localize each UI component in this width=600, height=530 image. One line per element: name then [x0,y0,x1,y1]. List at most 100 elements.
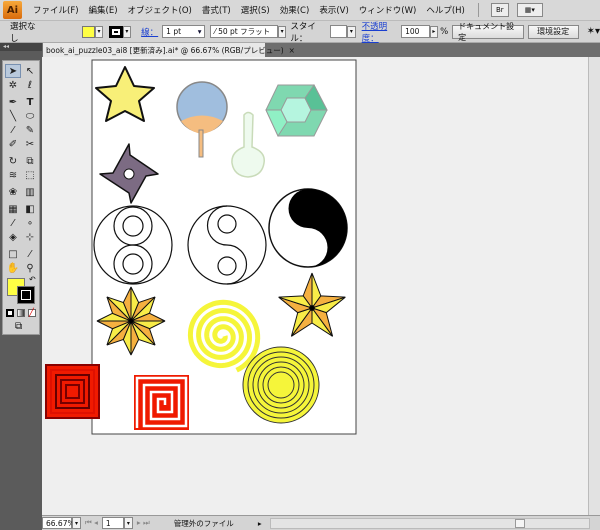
brush-field[interactable]: ⁄ 50 pt フラット [210,25,278,38]
eight-point-star [96,286,166,356]
menu-separator [477,3,479,17]
opacity-value: 100 [405,27,420,36]
canvas-area[interactable] [42,57,588,515]
zoom-field[interactable]: 66.67% [42,517,75,529]
document-setup-button[interactable]: ドキュメント設定 [452,22,524,42]
stroke-swatch[interactable] [109,25,123,38]
menu-view[interactable]: 表示(V) [314,4,353,16]
rotate-tool-icon[interactable]: ↻ [5,154,21,168]
paintbrush-tool-icon[interactable]: ⁄ [5,123,21,137]
color-mode-icon[interactable] [6,309,14,317]
live-paint-selection-icon[interactable]: ⊹ [22,230,38,244]
star-center [128,318,134,324]
document-tab-title: book_ai_puzzle03_ai8 [更新済み].ai* @ 66.67%… [46,45,284,55]
close-icon[interactable]: × [289,46,295,55]
menu-file[interactable]: ファイル(F) [28,4,84,16]
scroll-thumb[interactable] [514,518,525,528]
menu-type[interactable]: 書式(T) [197,4,236,16]
slice-tool-icon[interactable]: ⁄ [22,247,38,261]
stroke-link[interactable]: 線： [141,26,158,38]
menu-object[interactable]: オブジェクト(O) [123,4,197,16]
page-field[interactable]: 1 [101,517,124,529]
opacity-link[interactable]: 不透明度： [362,20,401,44]
menu-help[interactable]: ヘルプ(H) [421,4,470,16]
stroke-weight-field[interactable]: 1 pt ▾ [162,25,206,38]
swap-colors-icon[interactable]: ↶ [29,275,36,284]
arrange-documents-button[interactable]: ▦▾ [516,3,543,17]
selection-status: 選択なし [10,21,36,44]
zoom-value: 66.67% [46,518,75,528]
menu-select[interactable]: 選択(S) [236,4,275,16]
bridge-button[interactable]: Br [490,3,509,17]
scissors-tool-icon[interactable]: ✂ [22,137,38,151]
symbol-sprayer-tool-icon[interactable]: ❀ [5,185,21,199]
menu-window[interactable]: ウィンドウ(W) [354,4,422,16]
pen-tool-icon[interactable]: ✒ [5,95,21,109]
app-logo: Ai [3,1,22,19]
lasso-tool-icon[interactable]: ℓ [22,78,38,92]
eraser-tool-icon[interactable]: ✐ [5,137,21,151]
yellow-concentric-circles [242,346,320,424]
control-bar: 選択なし ▾ ▾ 線： 1 pt ▾ ⁄ 50 pt フラット ▾ スタイル： ▾… [0,20,600,44]
artwork [45,59,357,435]
mesh-tool-icon[interactable]: ▦ [5,202,21,216]
blend-tool-icon[interactable]: ∘ [22,216,38,230]
graph-tool-icon[interactable]: ▥ [22,185,38,199]
tools-panel: ➤ ↖ ✲ ℓ ✒ T ╲ ⬭ ⁄ ✎ ✐ ✂ ↻ ⧉ ≋ ⬚ ❀ ▥ ▦ ◧ … [2,60,40,335]
red-square-spiral [134,375,189,430]
red-concentric-squares [45,364,100,419]
style-swatch[interactable] [329,25,348,38]
percent-label: % [440,26,449,37]
vertical-scrollbar[interactable] [588,57,600,515]
menu-edit[interactable]: 編集(E) [84,4,123,16]
last-page-icon[interactable]: ▸ ⏭ [137,518,150,528]
line-tool-icon[interactable]: ╲ [5,109,21,123]
selection-tool-icon[interactable]: ➤ [5,64,21,78]
opacity-field[interactable]: 100 [401,25,430,38]
menu-bar: Ai ファイル(F) 編集(E) オブジェクト(O) 書式(T) 選択(S) 効… [0,0,600,21]
direct-selection-tool-icon[interactable]: ↖ [22,64,38,78]
toolbar-collapse[interactable]: ◂◂ [0,43,42,51]
page-value: 1 [105,518,111,528]
ellipse-tool-icon[interactable]: ⬭ [22,109,38,123]
chevron-down-icon[interactable]: ▾ [122,25,132,38]
hexagon-gem [265,84,328,138]
artboard-tool-icon[interactable]: □ [5,247,21,261]
panel-options-icon[interactable]: ✶▾ [587,26,600,37]
document-tab[interactable]: book_ai_puzzle03_ai8 [更新済み].ai* @ 66.67%… [43,43,295,57]
chevron-down-icon[interactable]: ▾ [347,25,356,38]
preferences-button[interactable]: 環境設定 [527,24,579,39]
chevron-right-icon[interactable]: ▸ [429,25,439,38]
fill-swatch[interactable] [81,25,95,38]
yin-yang-filled [268,188,348,268]
live-paint-bucket-icon[interactable]: ◈ [5,230,21,244]
gradient-mode-icon[interactable] [17,309,25,317]
warp-tool-icon[interactable]: ≋ [5,168,21,182]
scale-tool-icon[interactable]: ⧉ [22,154,38,168]
chevron-down-icon[interactable]: ▾ [277,25,287,38]
brush-value: 50 pt フラット [218,27,271,36]
star-center [309,305,315,311]
status-menu-icon[interactable]: ▸ [258,519,262,528]
horizontal-scrollbar[interactable] [269,517,590,529]
type-tool-icon[interactable]: T [22,95,38,109]
status-bar: 66.67% ▾ ⏮ ◂ 1 ▾ ▸ ⏭ 管理外のファイル ▸ [42,515,600,530]
menu-effect[interactable]: 効果(C) [275,4,315,16]
chevron-down-icon[interactable]: ▾ [72,517,81,529]
status-info[interactable]: 管理外のファイル [154,518,254,529]
free-transform-tool-icon[interactable]: ⬚ [22,168,38,182]
stroke-weight-value: 1 pt [166,27,182,36]
chevron-down-icon[interactable]: ▾ [123,517,133,529]
magic-wand-tool-icon[interactable]: ✲ [5,78,21,92]
hand-tool-icon[interactable]: ✋ [5,261,21,275]
screen-mode-icon[interactable]: ⧉ [15,321,22,332]
zoom-tool-icon[interactable]: ⚲ [22,261,38,275]
chevron-down-icon[interactable]: ▾ [94,25,104,38]
style-label: スタイル： [290,21,316,44]
eyedropper-tool-icon[interactable]: ⁄ [5,216,21,230]
pencil-tool-icon[interactable]: ✎ [22,123,38,137]
first-page-icon[interactable]: ⏮ ◂ [85,518,98,528]
none-mode-icon[interactable]: ╱ [28,309,36,317]
gradient-tool-icon[interactable]: ◧ [22,202,38,216]
stroke-color-box[interactable] [17,286,35,304]
